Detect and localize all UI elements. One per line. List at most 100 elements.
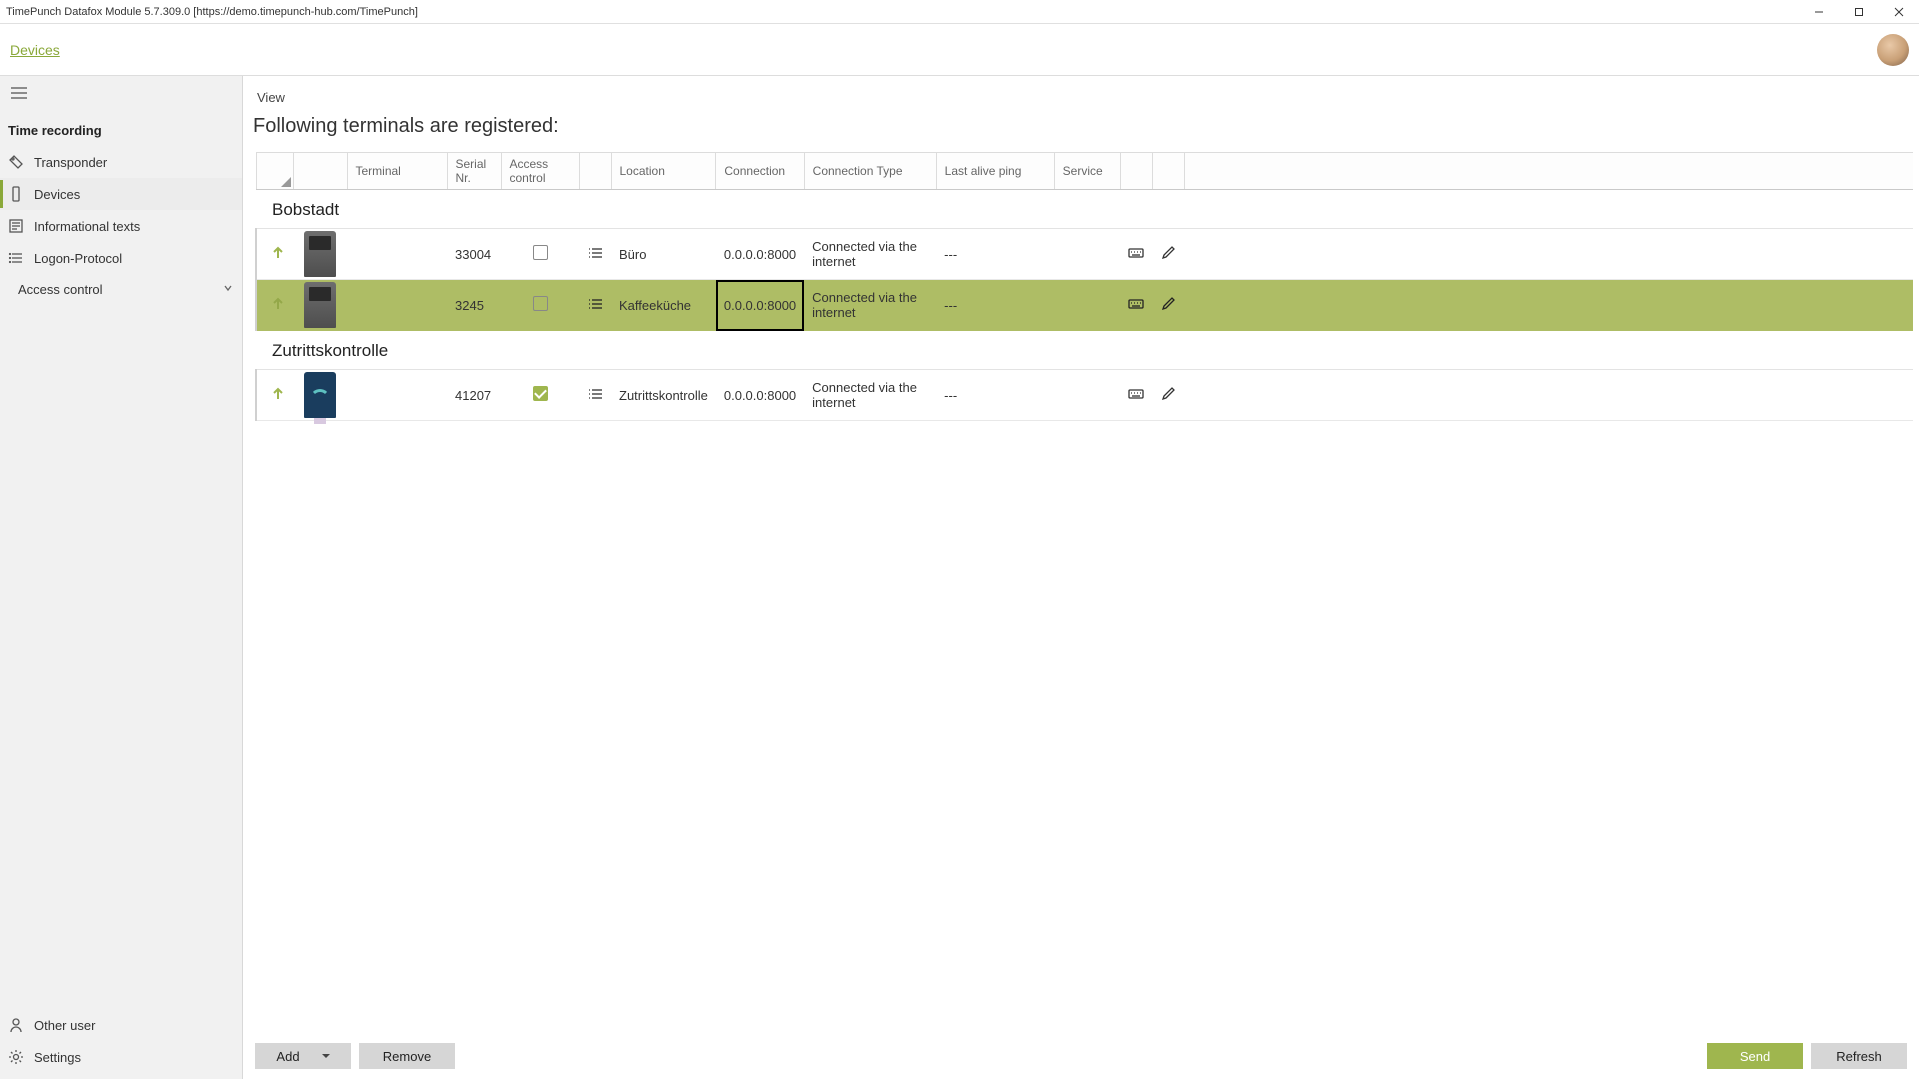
- device-icon: [8, 186, 24, 202]
- upload-icon[interactable]: [271, 248, 285, 263]
- cell-filler: [1184, 229, 1913, 280]
- sidebar-item-label: Logon-Protocol: [34, 251, 122, 266]
- sidebar-item-settings[interactable]: Settings: [0, 1041, 242, 1073]
- column-terminal[interactable]: Terminal: [347, 153, 447, 190]
- column-filler: [1184, 153, 1913, 190]
- edit-icon[interactable]: [1160, 300, 1176, 315]
- window-close-button[interactable]: [1879, 0, 1919, 24]
- table-row[interactable]: 33004Büro0.0.0.0:8000Connected via the i…: [256, 229, 1913, 280]
- cell-connection-type: Connected via the internet: [804, 280, 936, 331]
- cell-connection: 0.0.0.0:8000: [716, 370, 804, 421]
- cell-connection: 0.0.0.0:8000: [716, 229, 804, 280]
- user-icon: [8, 1017, 24, 1033]
- access-control-checkbox[interactable]: [533, 245, 548, 260]
- cell-location: Zutrittskontrolle: [611, 370, 716, 421]
- window-minimize-button[interactable]: [1799, 0, 1839, 24]
- send-button[interactable]: Send: [1707, 1043, 1803, 1069]
- cell-last-alive: ---: [936, 229, 1054, 280]
- sidebar-item-informational-texts[interactable]: Informational texts: [0, 210, 242, 242]
- cell-service: [1054, 280, 1120, 331]
- cell-terminal: [347, 280, 447, 331]
- cell-arrow: [256, 229, 293, 280]
- page-title: Following terminals are registered:: [243, 111, 1919, 152]
- cell-serial: 3245: [447, 280, 501, 331]
- header-bar: Devices: [0, 24, 1919, 76]
- cell-filler: [1184, 280, 1913, 331]
- sidebar-item-label: Transponder: [34, 155, 107, 170]
- cell-list-icon: [579, 280, 611, 331]
- table-row[interactable]: 41207 Zutrittskontrolle0.0.0.0:8000Connec…: [256, 370, 1913, 421]
- column-corner[interactable]: [256, 153, 293, 190]
- terminal-thumbnail: [304, 372, 336, 418]
- column-access-control[interactable]: Access control: [501, 153, 579, 190]
- refresh-button[interactable]: Refresh: [1811, 1043, 1907, 1069]
- chevron-down-icon: [222, 282, 234, 297]
- cell-action-edit: [1152, 229, 1184, 280]
- cell-service: [1054, 370, 1120, 421]
- column-last-alive[interactable]: Last alive ping: [936, 153, 1054, 190]
- sidebar-heading-time-recording: Time recording: [0, 105, 242, 146]
- tag-icon: [8, 154, 24, 170]
- cell-serial: 41207: [447, 370, 501, 421]
- cell-filler: [1184, 370, 1913, 421]
- user-avatar[interactable]: [1877, 34, 1909, 66]
- cell-location: Büro: [611, 229, 716, 280]
- cell-action-edit: [1152, 280, 1184, 331]
- column-action1[interactable]: [1120, 153, 1152, 190]
- column-loc-icon[interactable]: [579, 153, 611, 190]
- access-control-checkbox[interactable]: [533, 386, 548, 401]
- sidebar-item-devices[interactable]: Devices: [0, 178, 242, 210]
- tab-view[interactable]: View: [253, 86, 289, 111]
- cell-thumb: [293, 370, 347, 421]
- sidebar-item-label: Access control: [18, 282, 103, 297]
- window-maximize-button[interactable]: [1839, 0, 1879, 24]
- cell-connection-type: Connected via the internet: [804, 229, 936, 280]
- cell-connection-type: Connected via the internet: [804, 370, 936, 421]
- upload-icon[interactable]: [271, 299, 285, 314]
- column-service[interactable]: Service: [1054, 153, 1120, 190]
- list-icon[interactable]: [587, 300, 603, 315]
- window-title: TimePunch Datafox Module 5.7.309.0 [http…: [6, 6, 418, 18]
- keyboard-icon[interactable]: [1128, 390, 1144, 405]
- sidebar-item-transponder[interactable]: Transponder: [0, 146, 242, 178]
- list-icon[interactable]: [587, 390, 603, 405]
- cell-terminal: [347, 370, 447, 421]
- cell-location: Kaffeeküche: [611, 280, 716, 331]
- terminal-thumbnail: [304, 231, 336, 277]
- keyboard-icon[interactable]: [1128, 249, 1144, 264]
- footer-bar: Add Remove Send Refresh: [243, 1033, 1919, 1079]
- cell-thumb: [293, 280, 347, 331]
- column-location[interactable]: Location: [611, 153, 716, 190]
- sidebar-item-other-user[interactable]: Other user: [0, 1009, 242, 1041]
- cell-service: [1054, 229, 1120, 280]
- add-button[interactable]: Add: [255, 1043, 351, 1069]
- access-control-checkbox[interactable]: [533, 296, 548, 311]
- news-icon: [8, 218, 24, 234]
- column-serial[interactable]: Serial Nr.: [447, 153, 501, 190]
- upload-icon[interactable]: [271, 389, 285, 404]
- cell-arrow: [256, 280, 293, 331]
- sidebar-item-label: Devices: [34, 187, 80, 202]
- cell-last-alive: ---: [936, 280, 1054, 331]
- cell-list-icon: [579, 370, 611, 421]
- group-header[interactable]: Bobstadt: [256, 190, 1913, 229]
- keyboard-icon[interactable]: [1128, 300, 1144, 315]
- list-icon[interactable]: [587, 249, 603, 264]
- column-action2[interactable]: [1152, 153, 1184, 190]
- sidebar-item-access-control[interactable]: Access control: [0, 274, 242, 305]
- edit-icon[interactable]: [1160, 390, 1176, 405]
- remove-button[interactable]: Remove: [359, 1043, 455, 1069]
- edit-icon[interactable]: [1160, 249, 1176, 264]
- column-connection-type[interactable]: Connection Type: [804, 153, 936, 190]
- sidebar-item-logon-protocol[interactable]: Logon-Protocol: [0, 242, 242, 274]
- cell-thumb: [293, 229, 347, 280]
- column-thumb[interactable]: [293, 153, 347, 190]
- sidebar-toggle-button[interactable]: [0, 76, 242, 105]
- group-header[interactable]: Zutrittskontrolle: [256, 331, 1913, 370]
- table-row[interactable]: 3245Kaffeeküche0.0.0.0:8000Connected via…: [256, 280, 1913, 331]
- list-icon: [8, 250, 24, 266]
- sidebar-item-label: Settings: [34, 1050, 81, 1065]
- column-connection[interactable]: Connection: [716, 153, 804, 190]
- cell-access-control: [501, 370, 579, 421]
- breadcrumb-devices[interactable]: Devices: [10, 42, 60, 58]
